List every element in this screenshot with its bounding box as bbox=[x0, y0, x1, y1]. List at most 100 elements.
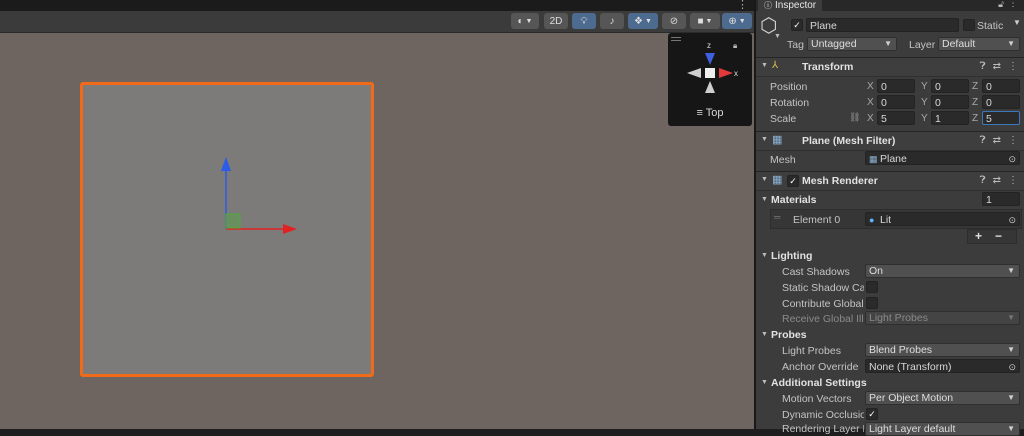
object-picker-icon[interactable]: ⊙ bbox=[1008, 213, 1016, 225]
xy-plane-handle[interactable] bbox=[225, 213, 241, 229]
help-icon[interactable]: ❓︎ bbox=[980, 61, 986, 72]
lighting-label: Lighting bbox=[771, 250, 813, 262]
presets-icon[interactable]: ⇄ bbox=[993, 61, 1001, 72]
anchor-override-field[interactable]: None (Transform) ⊙ bbox=[865, 359, 1020, 373]
static-shadow-caster-label: Static Shadow Cas bbox=[782, 282, 864, 294]
material-object-field[interactable]: ● Lit ⊙ bbox=[865, 212, 1020, 226]
y-axis-handle[interactable] bbox=[221, 157, 231, 171]
light-probes-dropdown[interactable]: Blend Probes ▼ bbox=[865, 343, 1020, 357]
layer-label: Layer bbox=[909, 39, 936, 51]
add-element-button[interactable]: + bbox=[975, 229, 982, 243]
chevron-down-icon[interactable]: ▼ bbox=[761, 252, 768, 259]
chevron-down-icon: ▼ bbox=[1007, 345, 1015, 354]
rotation-y-field[interactable]: 0 bbox=[931, 95, 969, 109]
transform-header[interactable]: ▼ ⅄ Transform ❓︎ ⇄ ⋮ bbox=[756, 57, 1024, 77]
y-label: Y bbox=[921, 81, 928, 92]
receive-gi-dropdown: Light Probes ▼ bbox=[865, 311, 1020, 325]
more-options-icon[interactable]: ⋮ bbox=[1008, 0, 1018, 9]
x-label: X bbox=[867, 97, 874, 108]
chevron-down-icon[interactable]: ▼ bbox=[761, 176, 768, 183]
dynamic-occlusion-checkbox[interactable]: ✓ bbox=[866, 408, 878, 420]
chevron-down-icon: ▼ bbox=[1007, 313, 1015, 322]
more-options-icon[interactable]: ⋮ bbox=[1008, 135, 1018, 146]
rotation-z-field[interactable]: 0 bbox=[982, 95, 1020, 109]
cast-shadows-dropdown[interactable]: On ▼ bbox=[865, 264, 1020, 278]
chevron-down-icon[interactable]: ▼ bbox=[761, 331, 768, 338]
light-probes-label: Light Probes bbox=[782, 345, 841, 357]
component-header-icons: ❓︎ ⇄ ⋮ bbox=[980, 135, 1018, 146]
static-shadow-caster-checkbox[interactable] bbox=[866, 281, 878, 293]
move-tool-gizmo[interactable] bbox=[0, 0, 754, 429]
chevron-down-icon[interactable]: ▼ bbox=[761, 379, 768, 386]
component-header-icons: ❓︎ ⇄ ⋮ bbox=[980, 175, 1018, 186]
orientation-gizmo[interactable]: 🔒︎ z x ≡ Top bbox=[668, 33, 752, 126]
scene-view[interactable]: ⋮ ◐▼ 2D 💡︎ ♪ ❖▼ ⊘ ■▼ ⊕▼ � bbox=[0, 0, 754, 429]
axis-cones[interactable]: z x bbox=[668, 33, 752, 103]
chevron-down-icon[interactable]: ▼ bbox=[761, 196, 768, 203]
object-name-field[interactable]: Plane bbox=[806, 18, 959, 32]
neg-z-axis-cone[interactable] bbox=[705, 81, 715, 93]
object-picker-icon[interactable]: ⊙ bbox=[1008, 360, 1016, 372]
inspector-tab[interactable]: ⓘ Inspector bbox=[758, 0, 823, 11]
neg-x-axis-cone[interactable] bbox=[687, 68, 701, 78]
scale-x-field[interactable]: 5 bbox=[877, 111, 915, 125]
chevron-down-icon[interactable]: ▼ bbox=[761, 136, 768, 143]
motion-vectors-dropdown[interactable]: Per Object Motion ▼ bbox=[865, 391, 1020, 405]
scale-z-field[interactable]: 5 bbox=[982, 111, 1020, 125]
lock-icon[interactable]: 🔓︎ bbox=[998, 0, 1004, 10]
help-icon[interactable]: ❓︎ bbox=[980, 135, 986, 146]
x-axis-handle[interactable] bbox=[283, 224, 297, 234]
z-axis-cone[interactable] bbox=[705, 53, 715, 65]
mesh-renderer-header[interactable]: ▼ ▦ ✓ Mesh Renderer ❓︎ ⇄ ⋮ bbox=[756, 171, 1024, 191]
drag-handle-icon[interactable]: ═ bbox=[774, 212, 780, 222]
contribute-gi-label: Contribute Global I bbox=[782, 298, 864, 310]
help-icon[interactable]: ❓︎ bbox=[980, 175, 986, 186]
center-cube[interactable] bbox=[705, 68, 715, 78]
rendering-layer-mask-dropdown[interactable]: Light Layer default ▼ bbox=[865, 422, 1020, 436]
component-header-icons: ❓︎ ⇄ ⋮ bbox=[980, 61, 1018, 72]
tag-dropdown[interactable]: Untagged ▼ bbox=[807, 37, 897, 51]
x-axis-letter: x bbox=[734, 69, 738, 78]
rotation-x-field[interactable]: 0 bbox=[877, 95, 915, 109]
scale-label: Scale bbox=[770, 113, 797, 125]
chevron-down-icon[interactable]: ▼ bbox=[1013, 18, 1021, 27]
contribute-gi-checkbox[interactable] bbox=[866, 297, 878, 309]
position-z-field[interactable]: 0 bbox=[982, 79, 1020, 93]
presets-icon[interactable]: ⇄ bbox=[993, 135, 1001, 146]
mesh-filter-header[interactable]: ▼ ▦ Plane (Mesh Filter) ❓︎ ⇄ ⋮ bbox=[756, 131, 1024, 151]
scale-y-field[interactable]: 1 bbox=[931, 111, 969, 125]
position-label: Position bbox=[770, 81, 808, 93]
transform-icon: ⅄ bbox=[772, 60, 779, 71]
object-picker-icon[interactable]: ⊙ bbox=[1008, 152, 1016, 164]
x-axis-cone[interactable] bbox=[719, 68, 733, 78]
link-icon[interactable]: ⛓︎ bbox=[849, 112, 860, 123]
mesh-renderer-enabled-checkbox[interactable]: ✓ bbox=[787, 175, 799, 187]
presets-icon[interactable]: ⇄ bbox=[993, 175, 1001, 186]
info-icon: ⓘ bbox=[764, 0, 772, 10]
layer-dropdown[interactable]: Default ▼ bbox=[938, 37, 1020, 51]
more-options-icon[interactable]: ⋮ bbox=[1008, 175, 1018, 186]
chevron-down-icon: ▼ bbox=[1007, 424, 1015, 433]
chevron-down-icon[interactable]: ▼ bbox=[761, 62, 768, 69]
materials-count-field[interactable]: 1 bbox=[982, 192, 1020, 206]
static-checkbox[interactable] bbox=[963, 19, 975, 31]
view-label[interactable]: ≡ Top bbox=[668, 107, 752, 119]
chevron-down-icon[interactable]: ▼ bbox=[774, 33, 781, 40]
remove-element-button[interactable]: − bbox=[995, 229, 1002, 243]
inspector-tab-bar: ⓘ Inspector 🔓︎ ⋮ bbox=[756, 0, 1024, 11]
x-label: X bbox=[867, 81, 874, 92]
chevron-down-icon: ▼ bbox=[1007, 266, 1015, 275]
transform-title: Transform bbox=[802, 61, 854, 73]
more-options-icon[interactable]: ⋮ bbox=[1008, 61, 1018, 72]
additional-settings-label: Additional Settings bbox=[771, 377, 867, 389]
position-x-field[interactable]: 0 bbox=[877, 79, 915, 93]
rotation-label: Rotation bbox=[770, 97, 810, 109]
mesh-object-field[interactable]: ▦ Plane ⊙ bbox=[865, 151, 1020, 165]
menu-icon: ≡ bbox=[696, 107, 703, 119]
position-y-field[interactable]: 0 bbox=[931, 79, 969, 93]
z-label: Z bbox=[972, 81, 979, 92]
object-active-checkbox[interactable]: ✓ bbox=[791, 19, 803, 31]
dynamic-occlusion-label: Dynamic Occlusio bbox=[782, 409, 864, 421]
z-label: Z bbox=[972, 113, 979, 124]
material-sphere-icon: ● bbox=[869, 215, 875, 225]
